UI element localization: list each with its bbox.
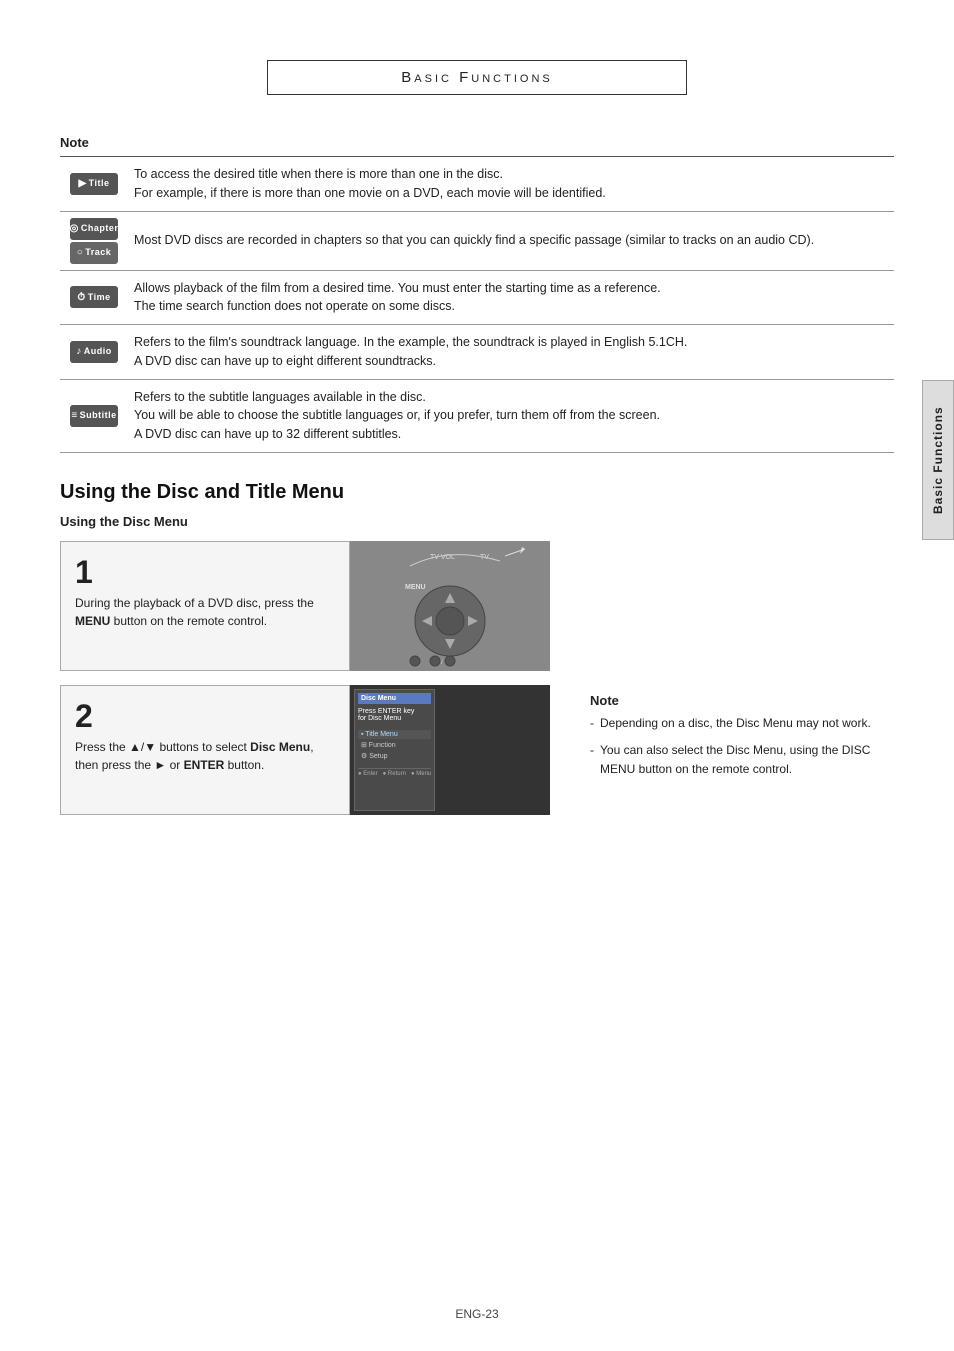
table-row: ◎ Chapter ○ Track Most DVD discs are rec… (60, 211, 894, 270)
table-row: ≡ Subtitle Refers to the subtitle langua… (60, 379, 894, 452)
note-right-label: Note (590, 693, 894, 708)
section-heading: Using the Disc and Title Menu (60, 481, 894, 504)
note-item-2: You can also select the Disc Menu, using… (590, 741, 894, 779)
step2-number: 2 (75, 700, 335, 732)
step1-area: 1 During the playback of a DVD disc, pre… (60, 541, 894, 671)
table-row: ▶ Title To access the desired title when… (60, 157, 894, 212)
chapter-desc: Most DVD discs are recorded in chapters … (128, 211, 894, 270)
chapter-track-icons: ◎ Chapter ○ Track (64, 218, 124, 264)
icon-cell-title: ▶ Title (60, 157, 128, 212)
audio-desc: Refers to the film's soundtrack language… (128, 325, 894, 380)
subtitle-badge: ≡ Subtitle (70, 405, 118, 427)
svg-text:MENU: MENU (405, 584, 426, 591)
chapter-icon: ◎ Chapter (70, 218, 118, 240)
step1-image: TV VOL TV MENU (350, 541, 550, 671)
note-label: Note (60, 135, 894, 150)
table-row: ⏱ Time Allows playback of the film from … (60, 270, 894, 325)
side-tab: Basic Functions (922, 380, 954, 540)
icon-cell-time: ⏱ Time (60, 270, 128, 325)
step2-text: Press the ▲/▼ buttons to select Disc Men… (75, 738, 335, 774)
icon-cell-chapter-track: ◎ Chapter ○ Track (60, 211, 128, 270)
step2-left: 2 Press the ▲/▼ buttons to select Disc M… (60, 685, 550, 815)
title-desc: To access the desired title when there i… (128, 157, 894, 212)
audio-badge: ♪ Audio (70, 341, 118, 363)
step2-area: 2 Press the ▲/▼ buttons to select Disc M… (60, 685, 894, 815)
page-title-box: Basic Functions (267, 60, 687, 95)
subtitle-desc: Refers to the subtitle languages availab… (128, 379, 894, 452)
page-number: ENG-23 (455, 1307, 498, 1321)
step1-number: 1 (75, 556, 335, 588)
disc-title-section: Using the Disc and Title Menu Using the … (60, 481, 894, 815)
time-desc: Allows playback of the film from a desir… (128, 270, 894, 325)
time-badge: ⏱ Time (70, 286, 118, 308)
page-container: Basic Functions Basic Functions Note ▶ T… (0, 0, 954, 1351)
note-item-1: Depending on a disc, the Disc Menu may n… (590, 714, 894, 733)
icon-cell-audio: ♪ Audio (60, 325, 128, 380)
audio-icon: ♪ Audio (70, 341, 118, 363)
page-title: Basic Functions (401, 69, 552, 86)
note-section: Note ▶ Title To access the desired title… (60, 135, 894, 453)
icon-cell-subtitle: ≡ Subtitle (60, 379, 128, 452)
step2-image: Disc Menu Press ENTER keyfor Disc Menu ▪… (350, 685, 550, 815)
time-icon: ⏱ Time (70, 286, 118, 308)
step2-box: 2 Press the ▲/▼ buttons to select Disc M… (60, 685, 350, 815)
subtitle-icon: ≡ Subtitle (70, 405, 118, 427)
title-icon: ▶ Title (70, 173, 118, 195)
step1-left: 1 During the playback of a DVD disc, pre… (60, 541, 550, 671)
note-right: Note Depending on a disc, the Disc Menu … (590, 685, 894, 815)
table-row: ♪ Audio Refers to the film's soundtrack … (60, 325, 894, 380)
note-table: ▶ Title To access the desired title when… (60, 156, 894, 453)
subsection-heading: Using the Disc Menu (60, 514, 894, 529)
track-icon: ○ Track (70, 242, 118, 264)
title-badge: ▶ Title (70, 173, 118, 195)
page-footer: ENG-23 (0, 1307, 954, 1321)
step1-text: During the playback of a DVD disc, press… (75, 594, 335, 630)
step1-box: 1 During the playback of a DVD disc, pre… (60, 541, 350, 671)
